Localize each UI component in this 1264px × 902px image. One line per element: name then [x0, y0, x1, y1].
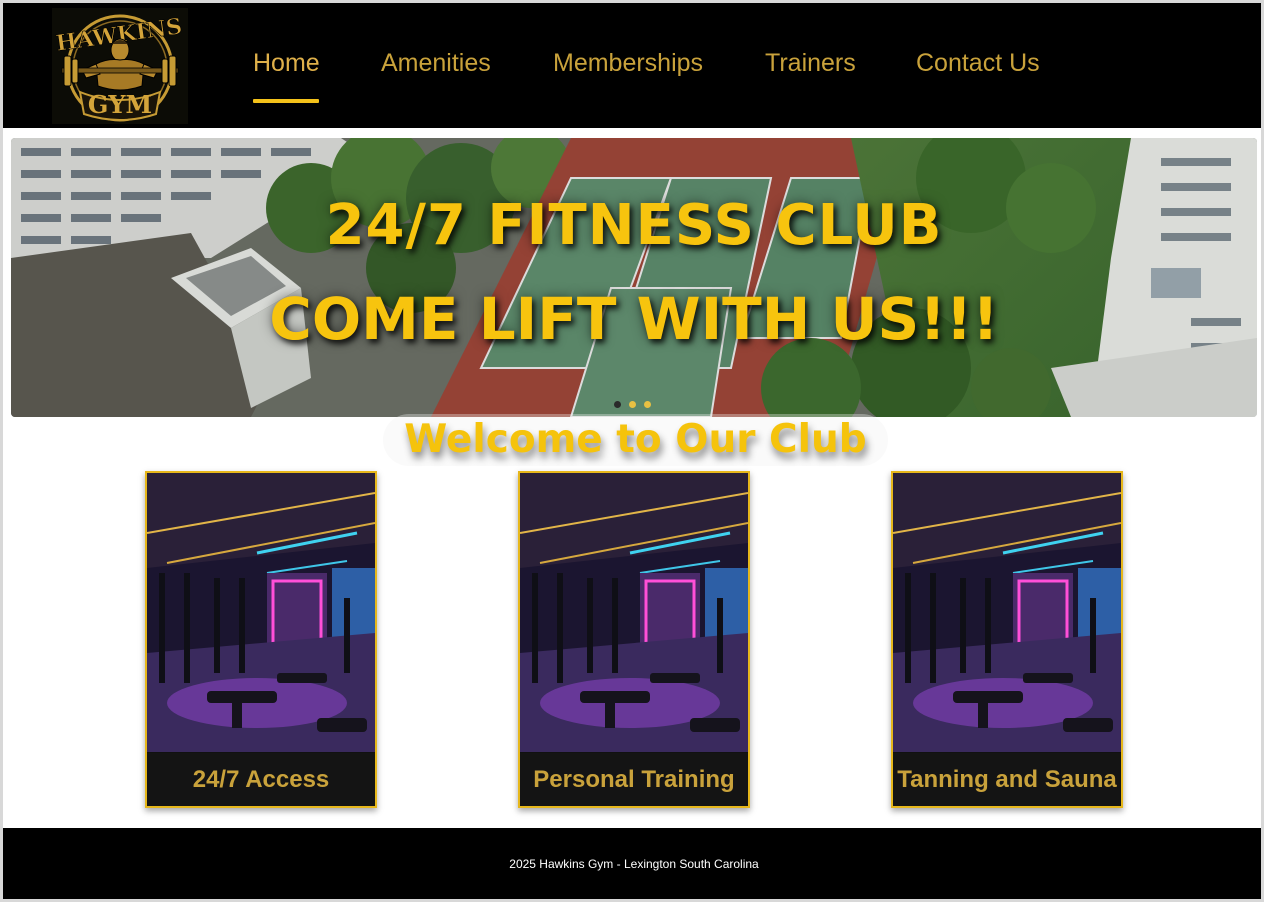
hero-subheadline: COME LIFT WITH US!!!	[269, 285, 999, 353]
footer: 2025 Hawkins Gym - Lexington South Carol…	[3, 828, 1261, 899]
welcome-heading: Welcome to Our Club	[383, 414, 888, 466]
hero-background-image	[11, 138, 1257, 417]
card-caption-access: 24/7 Access	[147, 753, 375, 806]
carousel-dot-2[interactable]	[629, 401, 636, 408]
active-nav-indicator	[253, 99, 319, 103]
card-caption-tanning-sauna: Tanning and Sauna	[893, 753, 1121, 806]
card-caption-personal-training: Personal Training	[520, 753, 748, 806]
gym-interior-image	[520, 473, 748, 752]
nav-amenities-link[interactable]: Amenities	[381, 49, 491, 78]
nav-trainers-link[interactable]: Trainers	[765, 49, 856, 78]
nav-memberships-link[interactable]: Memberships	[553, 49, 703, 78]
hero-carousel[interactable]: 24/7 FITNESS CLUB COME LIFT WITH US!!!	[11, 138, 1257, 417]
nav-contact-us-link[interactable]: Contact Us	[916, 49, 1040, 78]
feature-card-tanning-sauna[interactable]: Tanning and Sauna	[891, 471, 1123, 808]
carousel-dot-3[interactable]	[644, 401, 651, 408]
gym-logo[interactable]: HAWKINS GYM	[52, 8, 188, 124]
footer-copyright: 2025 Hawkins Gym - Lexington South Carol…	[509, 857, 759, 871]
feature-card-access[interactable]: 24/7 Access	[145, 471, 377, 808]
gym-interior-image	[893, 473, 1121, 752]
header-bar: HAWKINS GYM Home Amenities Memberships T…	[3, 3, 1261, 128]
page-frame: HAWKINS GYM Home Amenities Memberships T…	[0, 0, 1264, 902]
feature-card-personal-training[interactable]: Personal Training	[518, 471, 750, 808]
logo-text-bottom: GYM	[88, 90, 152, 119]
nav-home-link[interactable]: Home	[253, 49, 320, 78]
gym-interior-image	[147, 473, 375, 752]
bodybuilder-barbell-icon: HAWKINS GYM	[54, 13, 184, 122]
hero-headline: 24/7 FITNESS CLUB	[325, 193, 943, 258]
carousel-dot-1[interactable]	[614, 401, 621, 408]
